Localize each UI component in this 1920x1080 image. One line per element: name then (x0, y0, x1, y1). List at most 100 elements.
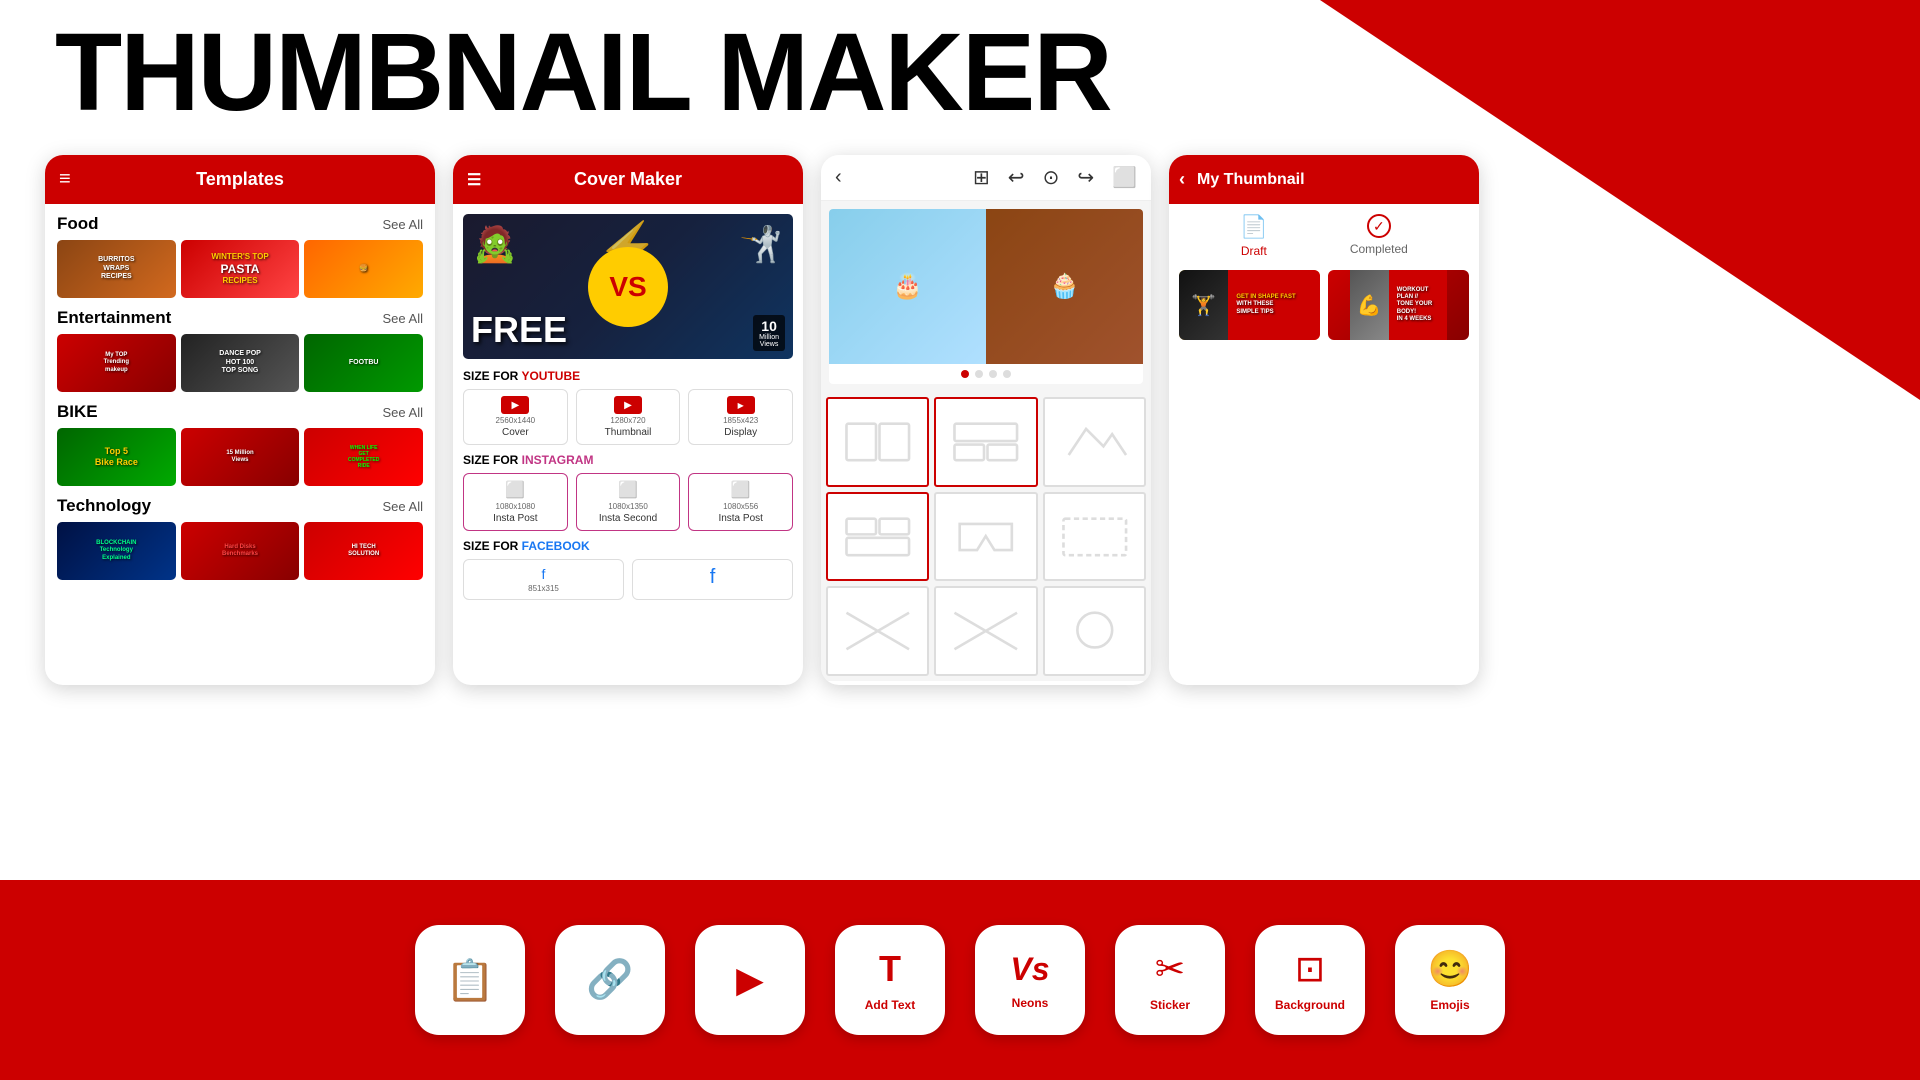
cover-preview: 🧟 ⚡ VS 🤺 FREE 10 Million Views (463, 214, 793, 359)
sticker-icon: ✂ (1155, 948, 1185, 990)
insta-second-dim: 1080x1350 (608, 502, 648, 511)
emojis-button[interactable]: 😊 Emojis (1395, 925, 1505, 1035)
ent-thumb-2[interactable]: DANCE POPHOT 100TOP SONG (181, 334, 300, 392)
dot-4[interactable] (1003, 370, 1011, 378)
export-icon[interactable]: ⬜ (1112, 165, 1137, 190)
instagram-label: INSTAGRAM (522, 453, 594, 467)
my-thumbnail-content: 📄 Draft ✓ Completed 🏋️ GET IN SHAPE FAST… (1169, 204, 1479, 682)
history-icon[interactable]: ⊙ (1043, 165, 1060, 190)
insta-post-icon: ⬜ (505, 480, 525, 500)
bike-row: Top 5Bike Race 15 MillionViews WHEN LIFE… (57, 428, 423, 486)
instagram-size-label: SIZE FOR INSTAGRAM (463, 453, 793, 467)
my-thumb-item-2[interactable]: 💪 WORKOUT PLAN //TONE YOUR BODY!IN 4 WEE… (1328, 270, 1469, 340)
bike-thumb-3[interactable]: WHEN LIFEGETCOMPLETEDRIDE (304, 428, 423, 486)
yt-cover-dim: 2560x1440 (496, 416, 536, 425)
youtube-size-options: ▶ 2560x1440 Cover ▶ 1280x720 Thumbnail ▶… (463, 389, 793, 445)
insta-second-icon: ⬜ (618, 480, 638, 500)
bike-thumb-2[interactable]: 15 MillionViews (181, 428, 300, 486)
my-thumb-item-1[interactable]: 🏋️ GET IN SHAPE FASTWITH THESESIMPLE TIP… (1179, 270, 1320, 340)
app-title: THUMBNAIL MAKER (55, 18, 1111, 128)
fb-option-2[interactable]: f (632, 559, 793, 600)
layout-item-1[interactable] (826, 397, 929, 487)
yt-display-dim: 1855x423 (723, 416, 758, 425)
food-see-all[interactable]: See All (383, 217, 423, 232)
completed-tab[interactable]: ✓ Completed (1350, 214, 1408, 258)
sticker-button[interactable]: ✂ Sticker (1115, 925, 1225, 1035)
neons-button[interactable]: Vs Neons (975, 925, 1085, 1035)
yt-display-option[interactable]: ▶ 1855x423 Display (688, 389, 793, 445)
my-thumb-back-icon[interactable]: ‹ (1179, 169, 1185, 190)
tech-thumb-2[interactable]: Hard DisksBenchmarks (181, 522, 300, 580)
undo-icon[interactable]: ↩ (1008, 165, 1025, 190)
layout-icon-3 (1060, 412, 1130, 472)
youtube-size-section: SIZE FOR YOUTUBE ▶ 2560x1440 Cover ▶ 128… (463, 369, 793, 445)
background-button[interactable]: ⊡ Background (1255, 925, 1365, 1035)
insta-post-option[interactable]: ⬜ 1080x1080 Insta Post (463, 473, 568, 531)
cover-menu-icon[interactable]: ☰ (467, 170, 481, 190)
yt-cover-option[interactable]: ▶ 2560x1440 Cover (463, 389, 568, 445)
insta-post2-option[interactable]: ⬜ 1080x556 Insta Post (688, 473, 793, 531)
save-button[interactable]: 📋 (415, 925, 525, 1035)
bike-title: BIKE (57, 402, 98, 422)
layout-item-7[interactable] (826, 586, 929, 676)
food-thumb-1[interactable]: BURRITOSWRAPSRECIPES (57, 240, 176, 298)
thumb-item-1-inner: 🏋️ GET IN SHAPE FASTWITH THESESIMPLE TIP… (1179, 270, 1320, 340)
layers-icon[interactable]: ⊞ (973, 165, 990, 190)
menu-icon[interactable]: ≡ (59, 168, 71, 191)
redo-icon[interactable]: ↪ (1077, 165, 1094, 190)
layout-icon-6 (1060, 507, 1130, 567)
add-text-button[interactable]: T Add Text (835, 925, 945, 1035)
layout-item-9[interactable] (1043, 586, 1146, 676)
yt-display-name: Display (724, 427, 757, 438)
back-icon[interactable]: ‹ (835, 166, 842, 189)
cover-maker-header: ☰ Cover Maker (453, 155, 803, 204)
my-thumbnail-header: ‹ My Thumbnail (1169, 155, 1479, 204)
tech-thumb-3[interactable]: HI TECHSOLUTION (304, 522, 423, 580)
editor-header: ‹ ⊞ ↩ ⊙ ↪ ⬜ (821, 155, 1151, 201)
dot-3[interactable] (989, 370, 997, 378)
layout-item-4[interactable] (826, 492, 929, 582)
instagram-size-options: ⬜ 1080x1080 Insta Post ⬜ 1080x1350 Insta… (463, 473, 793, 531)
insta-post2-icon: ⬜ (731, 480, 751, 500)
draft-tab[interactable]: 📄 Draft (1240, 214, 1267, 258)
layout-item-8[interactable] (934, 586, 1037, 676)
thumb-item-2-inner: 💪 WORKOUT PLAN //TONE YOUR BODY!IN 4 WEE… (1350, 270, 1447, 340)
draft-label: Draft (1241, 244, 1267, 258)
yt-display-icon: ▶ (727, 396, 755, 414)
yt-thumbnail-option[interactable]: ▶ 1280x720 Thumbnail (576, 389, 681, 445)
ent-see-all[interactable]: See All (383, 311, 423, 326)
youtube-button[interactable]: ▶ (695, 925, 805, 1035)
ent-thumb-3[interactable]: FOOTBU (304, 334, 423, 392)
layout-item-2[interactable] (934, 397, 1037, 487)
background-label: Background (1275, 998, 1345, 1012)
layout-item-5[interactable] (934, 492, 1037, 582)
thumb-person-icon: 🏋️ (1179, 270, 1228, 340)
tech-section-header: Technology See All (57, 496, 423, 516)
cover-maker-title: Cover Maker (574, 169, 682, 190)
fb-option-1[interactable]: f 851x315 (463, 559, 624, 600)
food-thumb-2[interactable]: WINTER'S TOPPASTARECIPES (181, 240, 300, 298)
ent-title: Entertainment (57, 308, 171, 328)
bike-see-all[interactable]: See All (383, 405, 423, 420)
share-button[interactable]: 🔗 (555, 925, 665, 1035)
insta-second-option[interactable]: ⬜ 1080x1350 Insta Second (576, 473, 681, 531)
fighter-left-icon: 🧟 (473, 224, 517, 265)
layout-item-6[interactable] (1043, 492, 1146, 582)
bike-thumb-1[interactable]: Top 5Bike Race (57, 428, 176, 486)
tech-thumb-1[interactable]: BLOCKCHAINTechnologyExplained (57, 522, 176, 580)
cover-maker-screen: ☰ Cover Maker 🧟 ⚡ VS 🤺 FREE 10 Million V… (453, 155, 803, 685)
ent-thumb-1[interactable]: My TOPTrendingmakeup (57, 334, 176, 392)
dot-2[interactable] (975, 370, 983, 378)
tech-see-all[interactable]: See All (383, 499, 423, 514)
draft-icon: 📄 (1240, 214, 1267, 240)
layout-icon-7 (843, 601, 913, 661)
layout-item-3[interactable] (1043, 397, 1146, 487)
food-section-header: Food See All (57, 214, 423, 234)
dot-1[interactable] (961, 370, 969, 378)
neons-icon: Vs (1010, 951, 1049, 988)
canvas-area: 🎂 🧁 (829, 209, 1143, 384)
share-icon: 🔗 (586, 958, 633, 1002)
facebook-size-label: SIZE FOR FACEBOOK (463, 539, 793, 553)
food-thumb-3[interactable]: 🍔 (304, 240, 423, 298)
food-title: Food (57, 214, 99, 234)
